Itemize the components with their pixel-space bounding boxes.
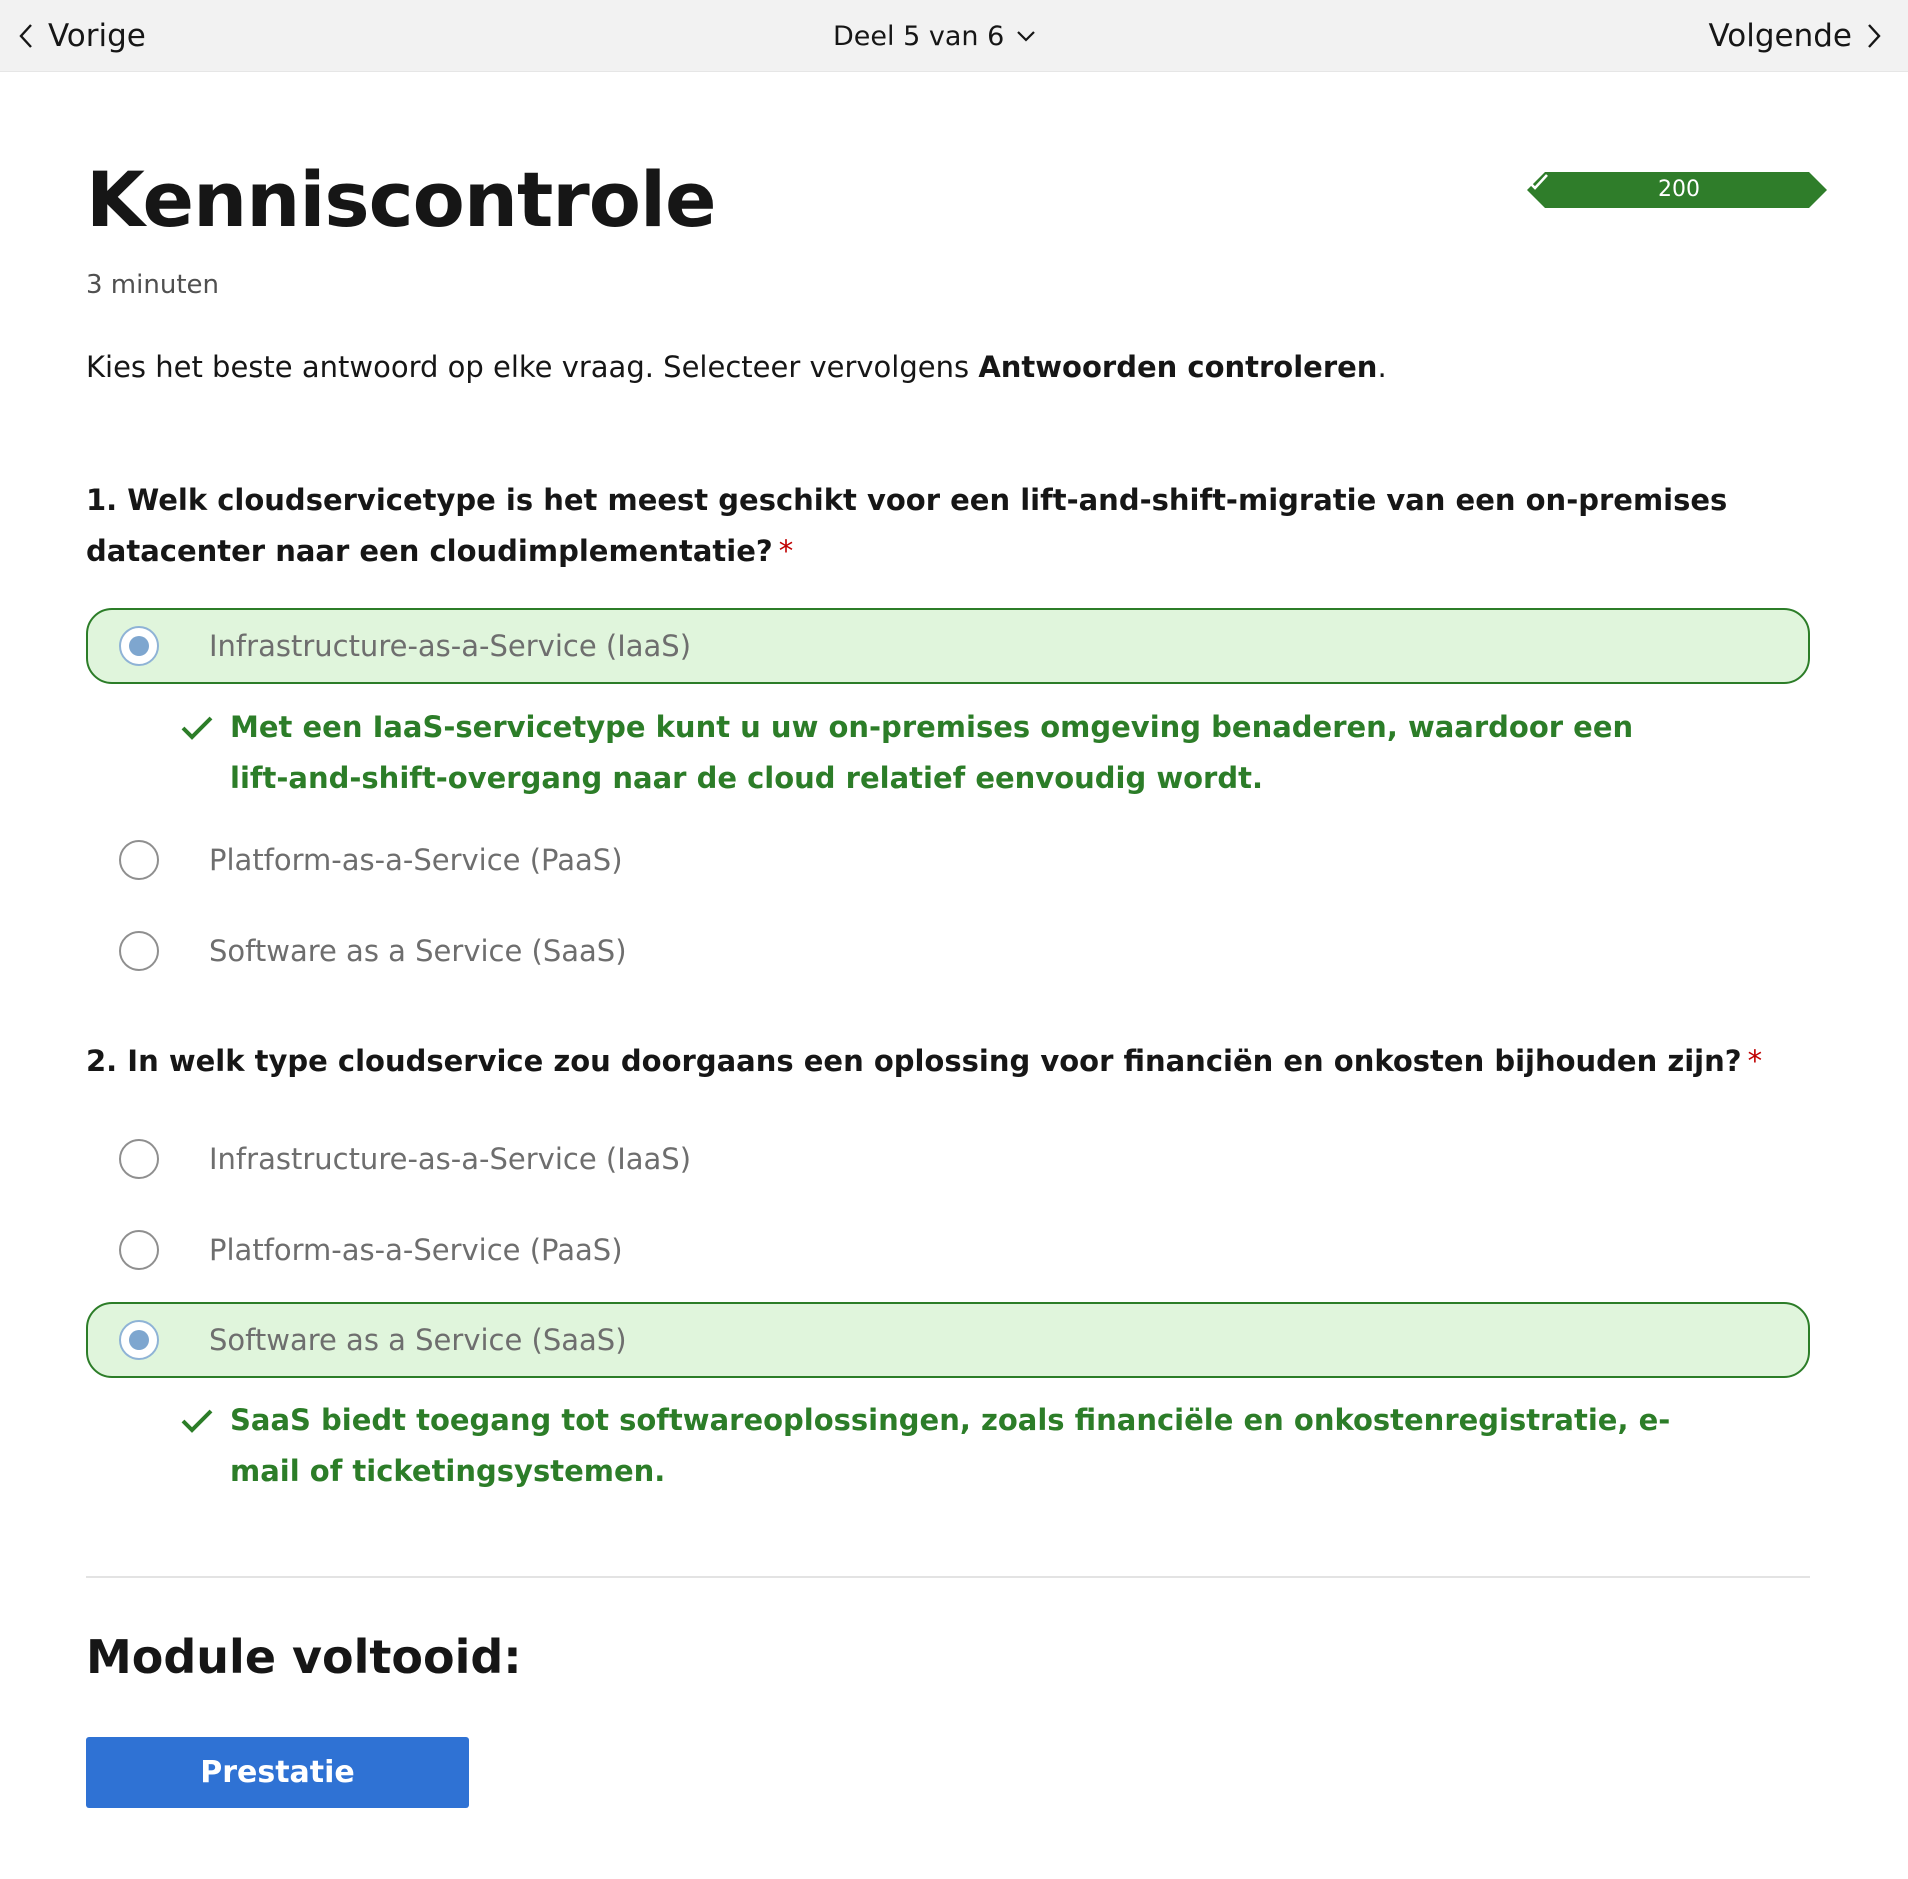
option-label: Platform-as-a-Service (PaaS) bbox=[209, 843, 623, 877]
required-mark: * bbox=[778, 534, 794, 568]
previous-label: Vorige bbox=[48, 18, 146, 54]
question-text: 1. Welk cloudservicetype is het meest ge… bbox=[86, 483, 1728, 568]
feedback-text: Met een IaaS-servicetype kunt u uw on-pr… bbox=[230, 710, 1634, 795]
q2-option-iaas[interactable]: Infrastructure-as-a-Service (IaaS) bbox=[86, 1121, 1810, 1197]
question-text: 2. In welk type cloudservice zou doorgaa… bbox=[86, 1044, 1742, 1078]
checkmark-icon bbox=[1528, 174, 1548, 190]
option-label: Infrastructure-as-a-Service (IaaS) bbox=[209, 629, 692, 663]
q1-option-paas[interactable]: Platform-as-a-Service (PaaS) bbox=[86, 822, 1810, 898]
divider bbox=[86, 1576, 1810, 1578]
q2-option-paas[interactable]: Platform-as-a-Service (PaaS) bbox=[86, 1212, 1810, 1288]
unlock-achievement-button[interactable]: Prestatie ontgrendelen bbox=[86, 1737, 469, 1861]
radio-button[interactable] bbox=[119, 1320, 159, 1360]
required-mark: * bbox=[1747, 1044, 1763, 1078]
q2-option-saas[interactable]: Software as a Service (SaaS) bbox=[86, 1302, 1810, 1378]
instructions-end: . bbox=[1377, 350, 1387, 384]
xp-badge: 200 ervaringspunten bbox=[1527, 172, 1827, 238]
module-complete-title: Module voltooid: bbox=[86, 1630, 522, 1684]
unit-selector[interactable]: Deel 5 van 6 bbox=[833, 14, 1036, 58]
radio-dot bbox=[129, 636, 149, 656]
q1-option-saas[interactable]: Software as a Service (SaaS) bbox=[86, 913, 1810, 989]
chevron-left-icon bbox=[18, 23, 34, 49]
question-1: 1. Welk cloudservicetype is het meest ge… bbox=[86, 475, 1826, 577]
question-2: 2. In welk type cloudservice zou doorgaa… bbox=[86, 1036, 1826, 1087]
page-title: Kenniscontrole bbox=[86, 155, 717, 244]
feedback-text: SaaS biedt toegang tot softwareoplossing… bbox=[230, 1403, 1671, 1488]
instructions-bold: Antwoorden controleren bbox=[978, 350, 1378, 384]
chevron-right-icon bbox=[1866, 23, 1882, 49]
option-label: Software as a Service (SaaS) bbox=[209, 934, 627, 968]
instructions-text: Kies het beste antwoord op elke vraag. S… bbox=[86, 350, 979, 384]
previous-button[interactable]: Vorige bbox=[18, 14, 146, 58]
unit-progress-label: Deel 5 van 6 bbox=[833, 20, 1005, 52]
radio-button[interactable] bbox=[119, 840, 159, 880]
top-nav-bar: Vorige Deel 5 van 6 Volgende bbox=[0, 0, 1908, 72]
option-label: Software as a Service (SaaS) bbox=[209, 1323, 627, 1357]
checkmark-icon bbox=[181, 716, 213, 740]
option-label: Platform-as-a-Service (PaaS) bbox=[209, 1233, 623, 1267]
chevron-down-icon bbox=[1016, 29, 1036, 43]
next-label: Volgende bbox=[1708, 18, 1852, 54]
duration-label: 3 minuten bbox=[86, 270, 219, 300]
radio-button[interactable] bbox=[119, 1139, 159, 1179]
radio-button[interactable] bbox=[119, 931, 159, 971]
radio-button[interactable] bbox=[119, 626, 159, 666]
radio-button[interactable] bbox=[119, 1230, 159, 1270]
option-label: Infrastructure-as-a-Service (IaaS) bbox=[209, 1142, 692, 1176]
radio-dot bbox=[129, 1330, 149, 1350]
checkmark-icon bbox=[181, 1409, 213, 1433]
next-button[interactable]: Volgende bbox=[1708, 14, 1882, 58]
q1-option-iaas[interactable]: Infrastructure-as-a-Service (IaaS) bbox=[86, 608, 1810, 684]
xp-badge-label: 200 ervaringspunten bbox=[1588, 177, 1770, 238]
instructions: Kies het beste antwoord op elke vraag. S… bbox=[86, 350, 1387, 384]
